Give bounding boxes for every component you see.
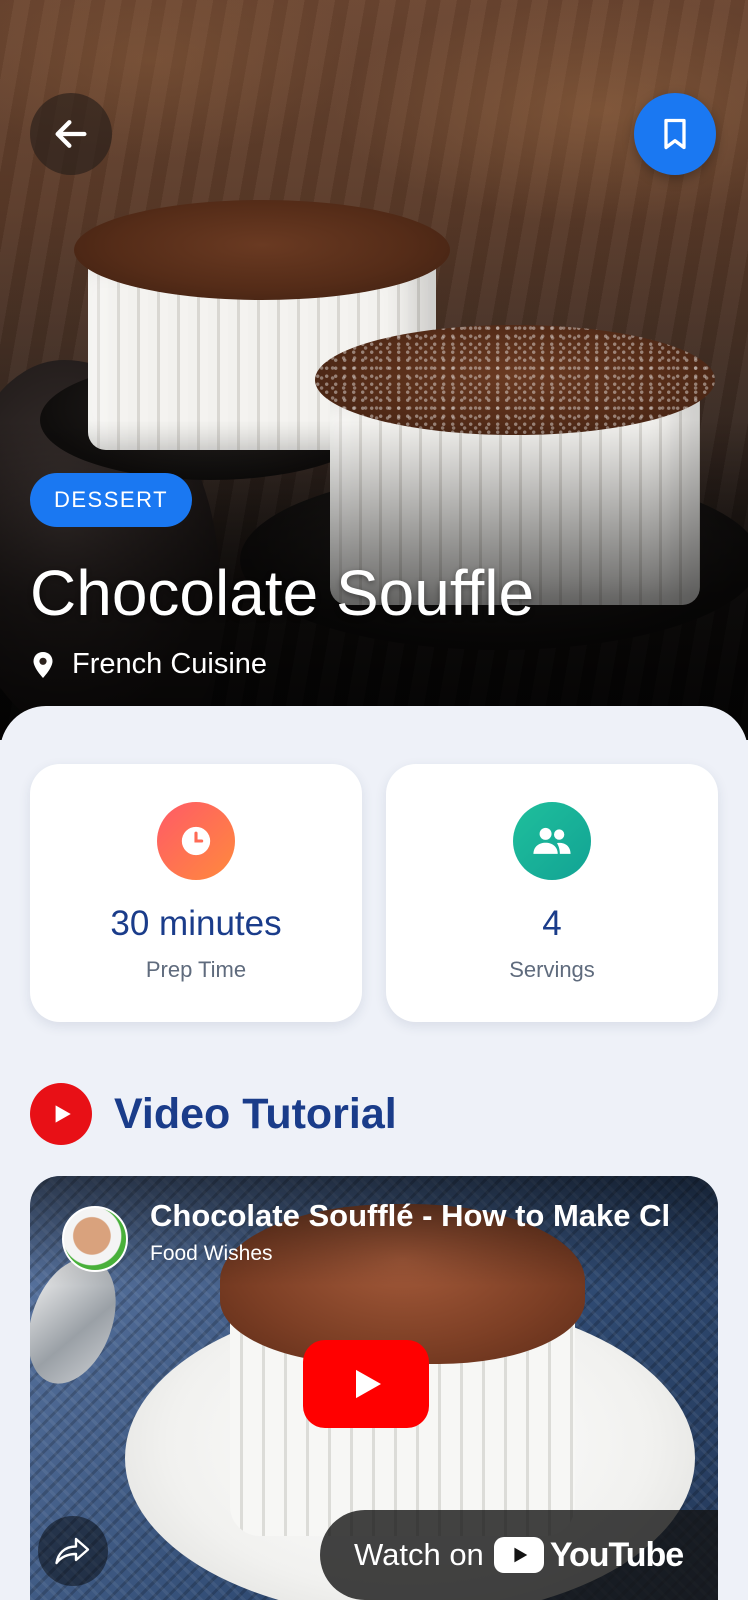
play-button[interactable]	[303, 1340, 429, 1428]
play-icon	[356, 1369, 381, 1399]
video-channel[interactable]: Food Wishes	[150, 1242, 273, 1266]
recipe-title: Chocolate Souffle	[30, 557, 535, 629]
back-button[interactable]	[30, 93, 112, 175]
prep-time-card: 30 minutes Prep Time	[30, 764, 362, 1022]
bookmark-button[interactable]	[634, 93, 716, 175]
section-title: Video Tutorial	[114, 1089, 397, 1138]
play-icon	[30, 1083, 92, 1145]
category-badge: DESSERT	[30, 473, 193, 527]
watch-on-youtube-button[interactable]: Watch on YouTube	[320, 1510, 718, 1600]
servings-card: 4 Servings	[386, 764, 718, 1022]
cuisine-row: French Cuisine	[32, 648, 267, 681]
people-icon	[513, 802, 591, 880]
youtube-logo-icon	[493, 1537, 544, 1573]
clock-icon	[157, 802, 235, 880]
watch-on-label: Watch on	[354, 1537, 484, 1572]
servings-label: Servings	[509, 957, 595, 982]
prep-time-label: Prep Time	[145, 957, 247, 982]
channel-avatar[interactable]	[62, 1206, 128, 1272]
share-button[interactable]	[38, 1516, 108, 1586]
location-pin-icon	[33, 651, 53, 678]
youtube-wordmark: YouTube	[549, 1535, 684, 1574]
share-icon	[55, 1537, 90, 1565]
prep-time-value: 30 minutes	[110, 904, 282, 943]
arrow-left-icon	[55, 120, 87, 148]
youtube-embed[interactable]: Chocolate Soufflé - How to Make Cl Food …	[30, 1176, 718, 1600]
cuisine-label: French Cuisine	[72, 648, 268, 680]
servings-value: 4	[542, 904, 562, 943]
video-title[interactable]: Chocolate Soufflé - How to Make Cl	[150, 1198, 710, 1234]
bookmark-icon	[664, 118, 686, 150]
video-section-header: Video Tutorial	[30, 1083, 397, 1145]
